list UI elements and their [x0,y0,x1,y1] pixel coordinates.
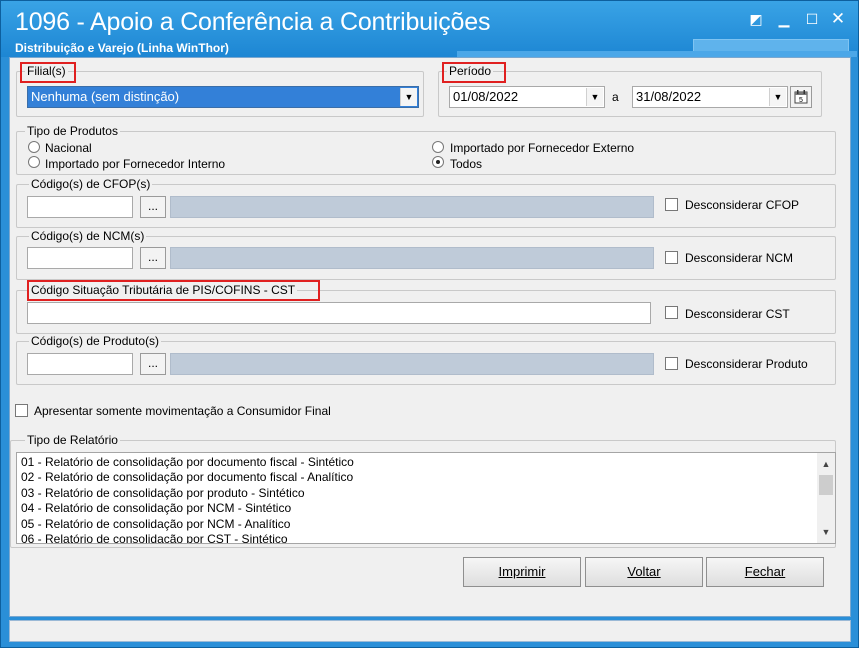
ncm-browse-button[interactable]: ... [140,247,166,269]
ncm-ignore-label: Desconsiderar NCM [685,251,794,265]
ncm-code-input[interactable] [27,247,133,269]
maximize-icon[interactable]: ☐ [803,10,821,28]
produto-ignore-checkbox[interactable] [665,357,678,370]
report-type-list[interactable]: 01 - Relatório de consolidação por docum… [16,452,836,544]
radio-importado-interno[interactable] [28,156,40,168]
filial-select[interactable]: Nenhuma (sem distinção) ▼ [27,86,419,108]
cst-ignore-label: Desconsiderar CST [685,307,790,321]
list-item[interactable]: 06 - Relatório de consolidação por CST -… [21,532,288,543]
calendar-icon[interactable]: 5 [790,86,812,108]
chevron-down-icon[interactable]: ▼ [819,525,833,539]
list-item[interactable]: 01 - Relatório de consolidação por docum… [21,455,354,470]
radio-todos-label: Todos [450,157,483,171]
cst-code-input[interactable] [27,302,651,324]
radio-importado-externo[interactable] [432,141,444,153]
produto-description-field [170,353,654,375]
list-item[interactable]: 04 - Relatório de consolidação por NCM -… [21,501,291,516]
close-icon[interactable]: ✕ [829,10,847,28]
produto-ignore-label: Desconsiderar Produto [685,357,808,371]
scrollbar-thumb[interactable] [819,475,833,495]
window-title: 1096 - Apoio a Conferência a Contribuiçõ… [15,8,491,36]
start-date-value: 01/08/2022 [453,89,519,104]
svg-text:5: 5 [799,97,803,104]
radio-nacional-label: Nacional [45,141,92,155]
filial-selected-value: Nenhuma (sem distinção) [31,89,180,104]
radio-todos[interactable] [432,156,444,168]
radio-importado-interno-label: Importado por Fornecedor Interno [45,157,226,171]
close-button[interactable]: Fechar [706,557,824,587]
filial-highlight [20,62,76,83]
chevron-up-icon[interactable]: ▲ [819,457,833,471]
cfop-ignore-checkbox[interactable] [665,198,678,211]
consumidor-final-label: Apresentar somente movimentação a Consum… [34,404,331,418]
list-scrollbar[interactable]: ▲ ▼ [817,453,835,543]
chevron-down-icon[interactable]: ▼ [400,88,417,106]
list-item[interactable]: 05 - Relatório de consolidação por NCM -… [21,517,290,532]
ncm-ignore-checkbox[interactable] [665,251,678,264]
ncm-description-field [170,247,654,269]
consumidor-final-checkbox[interactable] [15,404,28,417]
chevron-down-icon[interactable]: ▼ [769,88,786,106]
minimize-icon[interactable]: ▁ [775,10,793,28]
status-bar [9,620,851,642]
chevron-down-icon[interactable]: ▼ [586,88,603,106]
period-separator: a [612,90,619,104]
end-date-field[interactable]: 31/08/2022 ▼ [632,86,788,108]
start-date-field[interactable]: 01/08/2022 ▼ [449,86,605,108]
title-bar[interactable]: 1096 - Apoio a Conferência a Contribuiçõ… [1,1,858,57]
cfop-code-input[interactable] [27,196,133,218]
print-button[interactable]: Imprimir [463,557,581,587]
list-item[interactable]: 03 - Relatório de consolidação por produ… [21,486,305,501]
cfop-ignore-label: Desconsiderar CFOP [685,198,800,212]
cfop-description-field [170,196,654,218]
ncm-legend: Código(s) de NCM(s) [29,229,147,244]
produto-code-input[interactable] [27,353,133,375]
window-subtitle: Distribuição e Varejo (Linha WinThor) [15,41,229,55]
help-icon[interactable]: ◩ [747,10,765,28]
cst-ignore-checkbox[interactable] [665,306,678,319]
tipo-produtos-legend: Tipo de Produtos [25,124,120,139]
periodo-highlight [442,62,506,83]
tipo-relatorio-legend: Tipo de Relatório [25,433,120,448]
radio-importado-externo-label: Importado por Fornecedor Externo [450,141,635,155]
cfop-legend: Código(s) de CFOP(s) [29,177,153,192]
list-item[interactable]: 02 - Relatório de consolidação por docum… [21,470,353,485]
cfop-browse-button[interactable]: ... [140,196,166,218]
produto-legend: Código(s) de Produto(s) [29,334,162,349]
back-button[interactable]: Voltar [585,557,703,587]
cst-highlight [27,280,320,301]
produto-browse-button[interactable]: ... [140,353,166,375]
radio-nacional[interactable] [28,141,40,153]
end-date-value: 31/08/2022 [636,89,702,104]
